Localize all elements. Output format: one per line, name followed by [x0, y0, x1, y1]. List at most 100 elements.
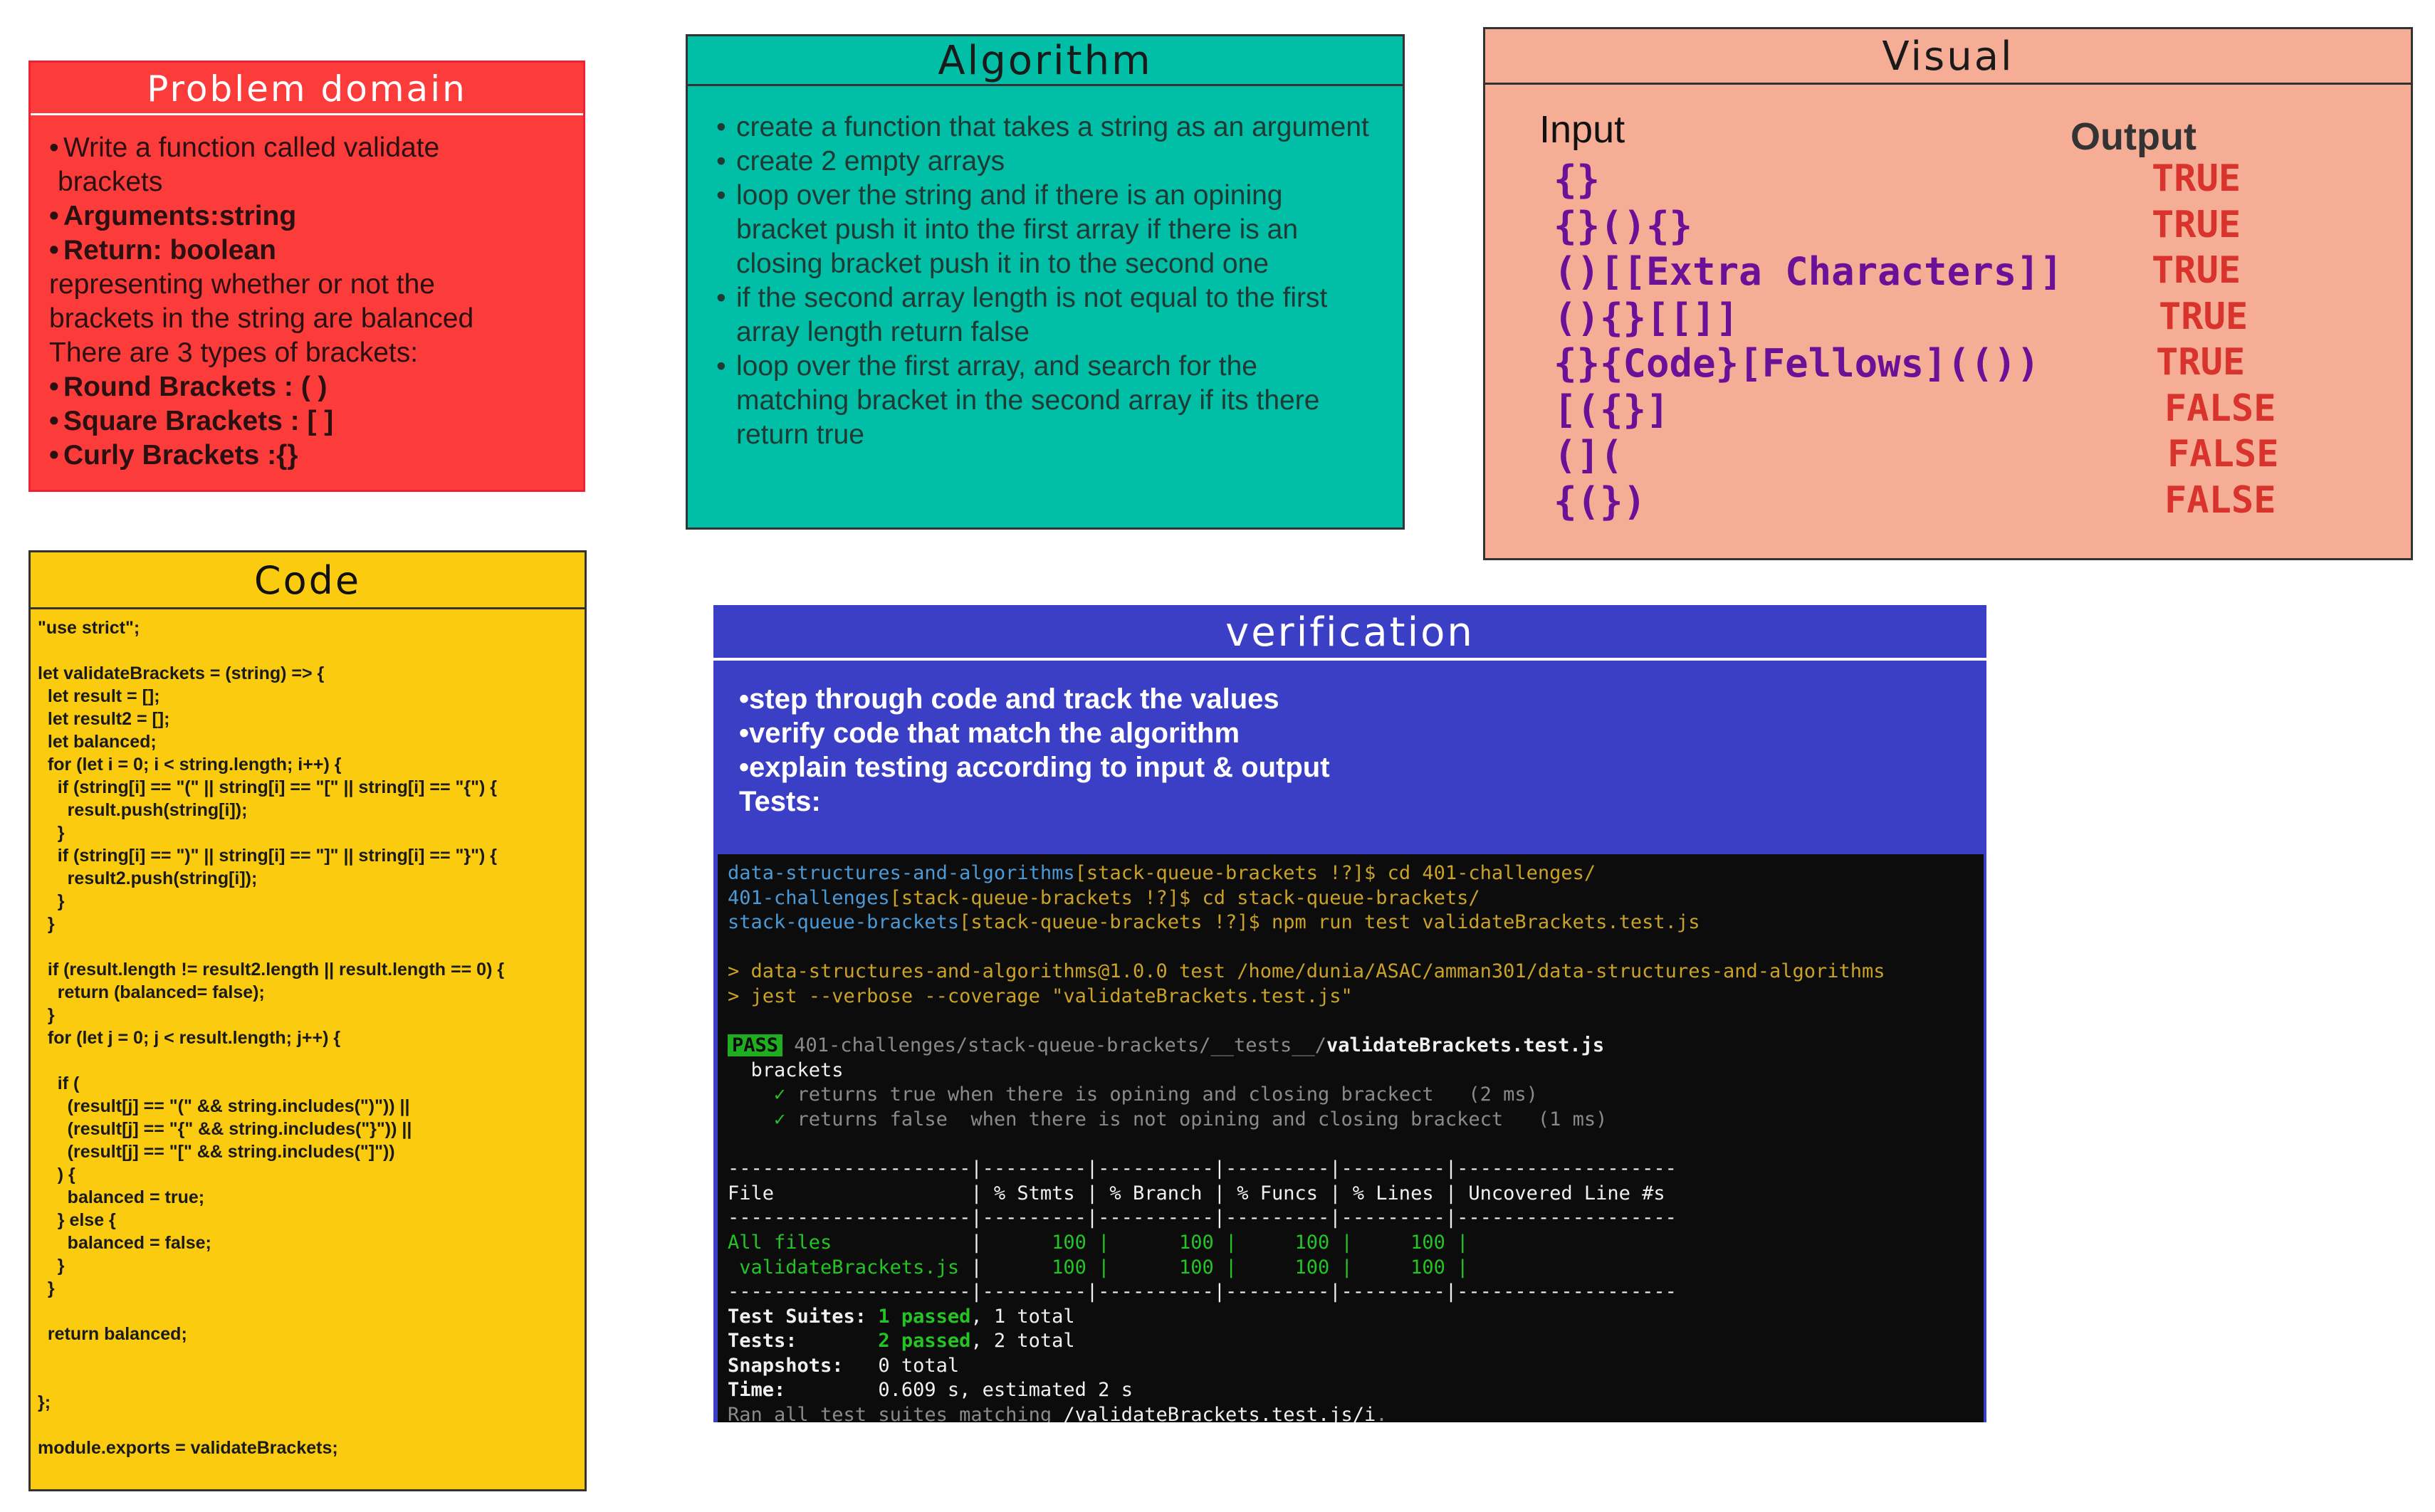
- test-result-line: ✓ returns true when there is opining and…: [728, 1083, 1975, 1108]
- visual-output: FALSE: [2164, 478, 2276, 522]
- coverage-separator: ---------------------|---------|--------…: [728, 1281, 1677, 1303]
- code-line: } else {: [38, 1210, 116, 1230]
- algorithm-step: loop over the first array, and search fo…: [716, 350, 1374, 452]
- problem-bullet-square: Square Brackets : [ ]: [49, 404, 566, 439]
- algorithm-title: Algorithm: [688, 36, 1403, 86]
- algorithm-step: create 2 empty arrays: [716, 145, 1374, 179]
- visual-output: TRUE: [2156, 341, 2246, 384]
- pass-line: PASS 401-challenges/stack-queue-brackets…: [728, 1034, 1975, 1059]
- code-line: result.push(string[i]);: [38, 800, 248, 820]
- prompt-command: [stack-queue-brackets !?]$ cd stack-queu…: [889, 886, 1480, 909]
- code-line: balanced = true;: [38, 1187, 205, 1207]
- coverage-header: File | % Stmts | % Branch | % Funcs | % …: [728, 1182, 1665, 1204]
- verification-item: •step through code and track the values: [739, 683, 1279, 715]
- code-line: for (let i = 0; i < string.length; i++) …: [38, 755, 342, 775]
- problem-line-6: There are 3 types of brackets:: [49, 337, 419, 368]
- coverage-values: 100 | 100 | 100 | 100 |: [993, 1231, 1469, 1254]
- coverage-separator: ---------------------|---------|--------…: [728, 1157, 1677, 1180]
- summary-line: Time: 0.609 s, estimated 2 s: [728, 1378, 1975, 1403]
- visual-row: {}(){} TRUE: [1554, 204, 2382, 250]
- ran-line: Ran all test suites matching /validateBr…: [728, 1403, 1975, 1422]
- coverage-separator: ---------------------|---------|--------…: [728, 1207, 1677, 1229]
- verification-body: •step through code and track the values …: [713, 661, 1986, 819]
- code-line: let balanced;: [38, 732, 157, 752]
- visual-row: [({}] FALSE: [1554, 387, 2382, 434]
- code-line: if (result.length != result2.length || r…: [38, 960, 505, 980]
- visual-rows: {} TRUE {}(){} TRUE ()[[Extra Characters]]…: [1554, 157, 2382, 525]
- visual-input: ()[[Extra Characters]]: [1554, 249, 2063, 294]
- visual-output: FALSE: [2167, 433, 2279, 476]
- verification-panel: verification •step through code and trac…: [713, 605, 1986, 1422]
- coverage-pad: |: [959, 1256, 994, 1279]
- algorithm-step: create a function that takes a string as…: [716, 110, 1374, 145]
- problem-bullet-curly: Curly Brackets :{}: [49, 439, 566, 473]
- code-line: let result = [];: [38, 686, 160, 706]
- check-icon: ✓: [728, 1108, 786, 1130]
- code-line: }: [38, 1005, 55, 1025]
- code-line: "use strict";: [38, 618, 140, 638]
- code-line: (result[j] == "[" && string.includes("]"…: [38, 1142, 395, 1162]
- test-result-text: returns false when there is not opining …: [785, 1108, 1608, 1130]
- verification-item: Tests:: [739, 786, 821, 817]
- summary-total: , 2 total: [970, 1330, 1075, 1353]
- pass-badge: PASS: [728, 1034, 783, 1057]
- code-block: "use strict"; let validateBrackets = (st…: [31, 609, 585, 1459]
- visual-output: TRUE: [2152, 203, 2241, 246]
- code-line: }: [38, 1256, 65, 1276]
- npm-script-line: > data-structures-and-algorithms@1.0.0 t…: [728, 960, 1885, 983]
- code-panel: Code "use strict"; let validateBrackets …: [28, 550, 587, 1491]
- check-icon: ✓: [728, 1083, 786, 1106]
- code-line: (result[j] == "(" && string.includes(")"…: [38, 1096, 410, 1116]
- algorithm-body: create a function that takes a string as…: [688, 86, 1403, 452]
- algorithm-panel: Algorithm create a function that takes a…: [686, 34, 1405, 530]
- test-result-text: returns true when there is opining and c…: [785, 1083, 1538, 1106]
- prompt-path: data-structures-and-algorithms: [728, 862, 1075, 884]
- code-line: }: [38, 914, 55, 934]
- code-line: }: [38, 891, 65, 911]
- prompt-path: 401-challenges: [728, 886, 890, 909]
- code-line: };: [38, 1392, 51, 1412]
- visual-row: {}{Code}[Fellows](()) TRUE: [1554, 341, 2382, 387]
- summary-total: , 1 total: [970, 1305, 1075, 1328]
- prompt-command: [stack-queue-brackets !?]$ npm run test …: [959, 911, 1700, 934]
- prompt-path: stack-queue-brackets: [728, 911, 960, 934]
- algorithm-step: if the second array length is not equal …: [716, 281, 1374, 350]
- visual-input: {}(){}: [1554, 203, 1693, 248]
- code-line: if (: [38, 1073, 80, 1093]
- summary-line: Snapshots: 0 total: [728, 1354, 1975, 1379]
- terminal-blank: [728, 935, 1975, 960]
- visual-title: Visual: [1485, 29, 2411, 85]
- visual-panel: Visual Input Output {} TRUE {}(){} TRUE ()…: [1483, 27, 2413, 560]
- summary-line: Test Suites: 1 passed, 1 total: [728, 1305, 1975, 1330]
- coverage-row: validateBrackets.js | 100 | 100 | 100 | …: [728, 1256, 1975, 1281]
- visual-row: {} TRUE: [1554, 157, 2382, 204]
- coverage-file: validateBrackets.js: [728, 1256, 960, 1279]
- terminal-blank: [728, 1009, 1975, 1034]
- code-line: let result2 = [];: [38, 709, 170, 729]
- problem-line-5: brackets in the string are balanced: [49, 303, 474, 334]
- coverage-pad: |: [832, 1231, 994, 1254]
- visual-row: (](FALSE: [1554, 433, 2382, 479]
- problem-bullet-1-cont: brackets: [58, 167, 163, 197]
- terminal-line: 401-challenges[stack-queue-brackets !?]$…: [728, 886, 1975, 911]
- code-title: Code: [31, 552, 585, 609]
- code-line: module.exports = validateBrackets;: [38, 1438, 338, 1458]
- summary-value: 0.609 s, estimated 2 s: [878, 1379, 1133, 1402]
- summary-label: Snapshots:: [728, 1354, 879, 1377]
- output-header: Output: [2070, 115, 2196, 158]
- visual-row: (){}[[]] TRUE: [1554, 295, 2382, 342]
- visual-row: {(}) FALSE: [1554, 479, 2382, 525]
- summary-label: Time:: [728, 1379, 879, 1402]
- code-line: }: [38, 1279, 55, 1298]
- visual-output: TRUE: [2159, 295, 2248, 338]
- visual-input: {}{Code}[Fellows](()): [1554, 341, 2040, 386]
- terminal-screenshot: data-structures-and-algorithms[stack-que…: [718, 854, 1984, 1422]
- describe-label: brackets: [728, 1059, 844, 1081]
- terminal-line: data-structures-and-algorithms[stack-que…: [728, 861, 1975, 886]
- summary-passed: 1 passed: [878, 1305, 971, 1328]
